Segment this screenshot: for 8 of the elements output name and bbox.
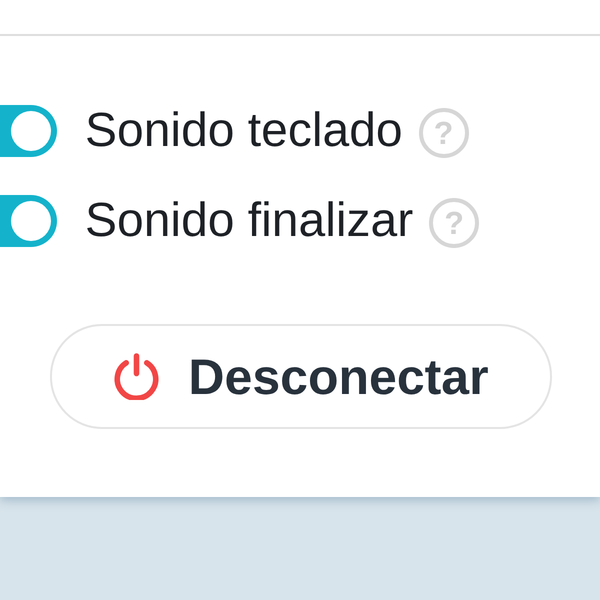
toggle-label: Sonido teclado bbox=[85, 107, 403, 155]
power-icon bbox=[113, 353, 160, 400]
disconnect-button[interactable]: Desconectar bbox=[50, 324, 552, 429]
toggle-switch[interactable] bbox=[0, 105, 57, 157]
toggle-switch[interactable] bbox=[0, 195, 57, 247]
help-icon[interactable]: ? bbox=[429, 198, 480, 248]
toggle-label: Sonido finalizar bbox=[85, 197, 414, 245]
help-icon[interactable]: ? bbox=[418, 108, 469, 158]
